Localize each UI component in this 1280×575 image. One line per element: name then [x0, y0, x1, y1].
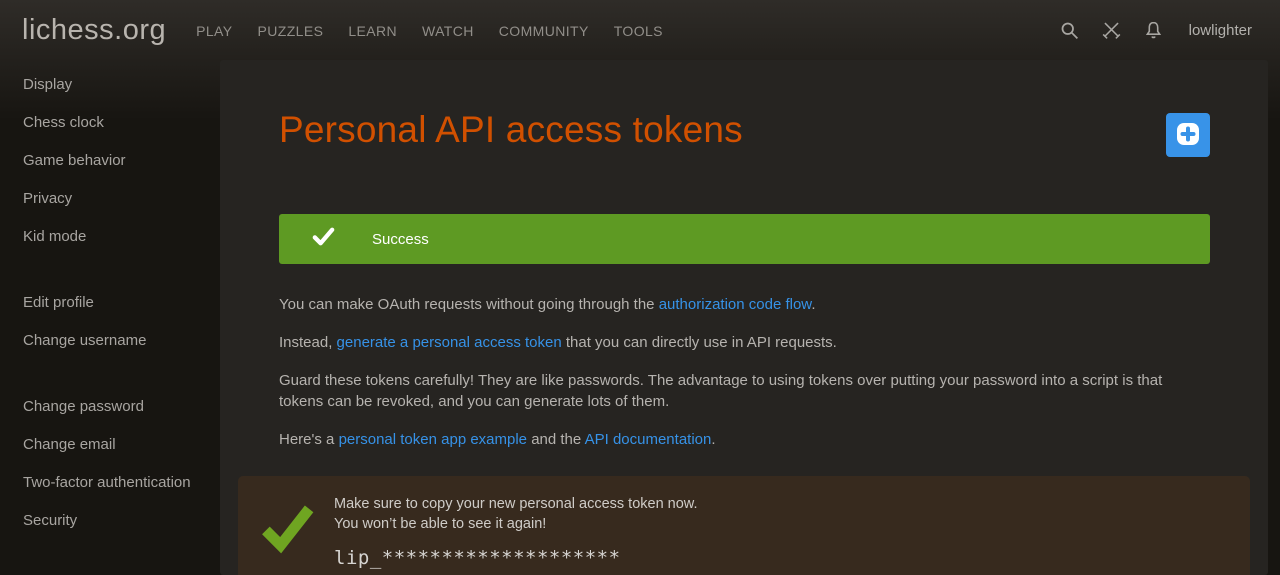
sidebar-item-change-email[interactable]: Change email: [0, 426, 220, 464]
nav-item-community[interactable]: COMMUNITY: [499, 23, 589, 39]
success-label: Success: [372, 231, 429, 248]
user-menu[interactable]: lowlighter: [1189, 22, 1252, 39]
sidebar-group-security: Change password Change email Two-factor …: [0, 388, 220, 540]
api-documentation-link[interactable]: API documentation: [585, 431, 712, 448]
sidebar-item-privacy[interactable]: Privacy: [0, 180, 220, 218]
challenges-icon[interactable]: [1101, 19, 1123, 41]
paragraph-examples: Here's a personal token app example and …: [279, 429, 1210, 450]
sidebar-item-display[interactable]: Display: [0, 66, 220, 104]
notifications-icon[interactable]: [1143, 19, 1165, 41]
sidebar-item-kid-mode[interactable]: Kid mode: [0, 218, 220, 256]
sidebar-item-two-factor[interactable]: Two-factor authentication: [0, 464, 220, 502]
sidebar-group-preferences: Display Chess clock Game behavior Privac…: [0, 66, 220, 256]
paragraph-guard: Guard these tokens carefully! They are l…: [279, 370, 1210, 412]
token-value[interactable]: lip_********************: [334, 547, 698, 569]
page-title: Personal API access tokens: [279, 109, 743, 151]
nav-item-tools[interactable]: TOOLS: [614, 23, 663, 39]
sidebar-item-chess-clock[interactable]: Chess clock: [0, 104, 220, 142]
main-nav: PLAY PUZZLES LEARN WATCH COMMUNITY TOOLS: [196, 23, 663, 39]
sidebar-item-edit-profile[interactable]: Edit profile: [0, 284, 220, 322]
big-check-icon: [260, 501, 315, 561]
content-panel: Personal API access tokens Success: [220, 60, 1268, 575]
nav-item-puzzles[interactable]: PUZZLES: [258, 23, 324, 39]
intro-text: You can make OAuth requests without goin…: [279, 294, 1210, 450]
top-navbar: lichess.org PLAY PUZZLES LEARN WATCH COM…: [0, 0, 1280, 60]
note-line-2: You won’t be able to see it again!: [334, 514, 698, 534]
sidebar-item-security[interactable]: Security: [0, 502, 220, 540]
token-app-example-link[interactable]: personal token app example: [339, 431, 527, 448]
title-row: Personal API access tokens: [279, 109, 1210, 157]
header-right: lowlighter: [1059, 19, 1252, 41]
note-line-1: Make sure to copy your new personal acce…: [334, 494, 698, 514]
check-icon: [311, 224, 336, 254]
sidebar-group-profile: Edit profile Change username: [0, 284, 220, 360]
paragraph-instead: Instead, generate a personal access toke…: [279, 332, 1210, 353]
generate-token-link[interactable]: generate a personal access token: [337, 334, 562, 351]
sidebar-item-change-username[interactable]: Change username: [0, 322, 220, 360]
success-banner: Success: [279, 214, 1210, 264]
sidebar-item-change-password[interactable]: Change password: [0, 388, 220, 426]
plus-square-icon: [1176, 122, 1200, 149]
nav-item-watch[interactable]: WATCH: [422, 23, 474, 39]
authorization-code-flow-link[interactable]: authorization code flow: [659, 296, 812, 313]
settings-sidebar: Display Chess clock Game behavior Privac…: [0, 60, 220, 540]
nav-item-play[interactable]: PLAY: [196, 23, 232, 39]
new-token-button[interactable]: [1166, 113, 1210, 157]
note-body: Make sure to copy your new personal acce…: [334, 492, 698, 569]
nav-item-learn[interactable]: LEARN: [348, 23, 397, 39]
paragraph-oauth: You can make OAuth requests without goin…: [279, 294, 1210, 315]
sidebar-item-game-behavior[interactable]: Game behavior: [0, 142, 220, 180]
search-icon[interactable]: [1059, 19, 1081, 41]
new-token-note: Make sure to copy your new personal acce…: [238, 476, 1250, 575]
lichess-logo[interactable]: lichess.org: [22, 14, 166, 47]
